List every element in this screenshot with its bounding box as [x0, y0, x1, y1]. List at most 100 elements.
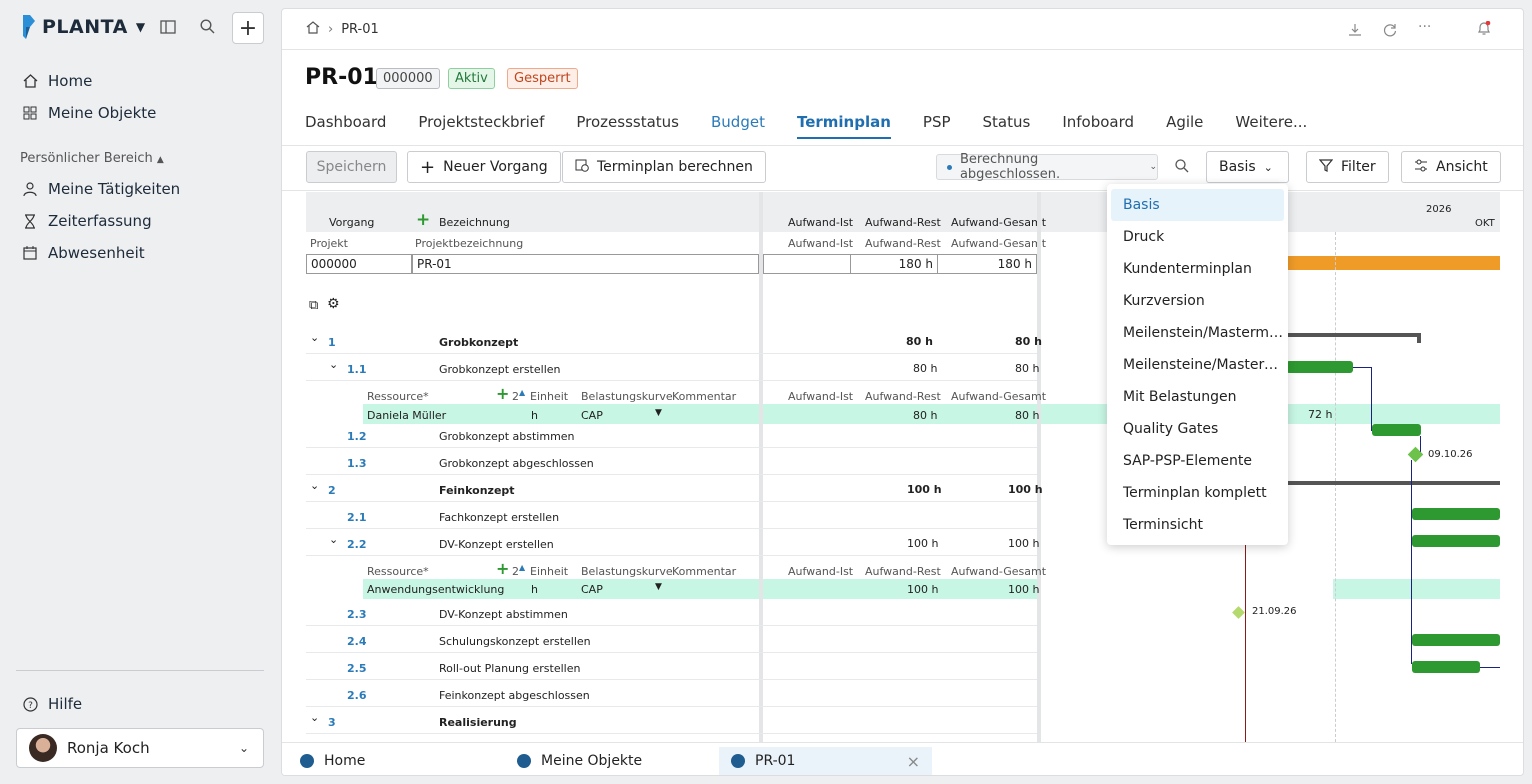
sidebar-item-meine-objekte[interactable]: Meine Objekte	[22, 104, 156, 122]
chevron-up-icon: ▲	[156, 155, 164, 165]
add-row-icon[interactable]: +	[416, 210, 430, 230]
table-row[interactable]	[306, 680, 1037, 707]
add-resource-icon[interactable]: +	[496, 384, 509, 403]
table-row[interactable]	[306, 653, 1037, 680]
project-gesamt-field[interactable]: 180 h	[937, 254, 1037, 274]
gear-icon[interactable]: ⚙	[327, 296, 340, 312]
table-row[interactable]	[306, 599, 1037, 626]
menu-item-mit-belastungen[interactable]: Mit Belastungen	[1111, 381, 1284, 413]
search-icon[interactable]	[1175, 158, 1189, 177]
new-task-button[interactable]: + Neuer Vorgang	[407, 151, 561, 183]
add-resource-icon[interactable]: +	[496, 559, 509, 578]
splitter[interactable]	[1037, 192, 1041, 752]
project-name-field[interactable]: PR-01	[412, 254, 759, 274]
table-row[interactable]	[306, 707, 1037, 734]
download-icon[interactable]	[1348, 22, 1362, 41]
col-rest: Aufwand-Rest	[865, 216, 941, 229]
tab-weitere[interactable]: Weitere...	[1235, 113, 1307, 139]
bottom-tab-pr01[interactable]: PR-01 ×	[719, 747, 932, 775]
dropdown-caret-icon[interactable]: ▼	[655, 408, 662, 418]
sidebar-item-abwesenheit[interactable]: Abwesenheit	[22, 244, 145, 262]
view-select[interactable]: Basis ⌄	[1206, 151, 1289, 183]
tab-agile[interactable]: Agile	[1166, 113, 1203, 139]
task-bar-2-4[interactable]	[1412, 634, 1500, 646]
table-row[interactable]	[306, 626, 1037, 653]
table-row[interactable]	[306, 502, 1037, 529]
task-bar-1-1[interactable]	[1286, 361, 1353, 373]
sidebar-divider	[16, 670, 264, 671]
help-link[interactable]: ? Hilfe	[22, 695, 82, 713]
task-bar-2-1[interactable]	[1412, 508, 1500, 520]
new-task-label: Neuer Vorgang	[443, 159, 548, 175]
chevron-down-icon[interactable]: ⌄	[310, 479, 319, 492]
view-button[interactable]: Ansicht	[1401, 151, 1501, 183]
menu-item-meilensteine-masterm[interactable]: Meilensteine/Masterm...	[1111, 349, 1284, 381]
save-button[interactable]: Speichern	[306, 151, 397, 183]
chevron-down-icon[interactable]: ⌄	[310, 331, 319, 344]
menu-item-terminplan-komplett[interactable]: Terminplan komplett	[1111, 477, 1284, 509]
calc-schedule-button[interactable]: Terminplan berechnen	[562, 151, 766, 183]
project-ist-field[interactable]	[763, 254, 851, 274]
sidebar-toggle-icon[interactable]	[160, 20, 176, 38]
menu-item-basis[interactable]: Basis	[1111, 189, 1284, 221]
menu-item-druck[interactable]: Druck	[1111, 221, 1284, 253]
row-name: Grobkonzept abstimmen	[439, 430, 575, 443]
chevron-down-icon[interactable]: ⌄	[329, 533, 338, 546]
bottom-tab-meine-objekte[interactable]: Meine Objekte	[505, 747, 654, 775]
table-row[interactable]	[306, 448, 1037, 475]
close-icon[interactable]: ×	[907, 752, 920, 771]
table-row[interactable]	[306, 424, 1037, 448]
refresh-icon[interactable]	[1383, 22, 1397, 41]
chevron-down-icon[interactable]: ⌄	[310, 711, 319, 724]
sidebar-item-zeiterfassung[interactable]: Zeiterfassung	[22, 212, 152, 230]
bottom-tab-label: Meine Objekte	[541, 753, 643, 769]
chevron-down-icon[interactable]: ⌄	[329, 358, 338, 371]
project-id-field[interactable]: 000000	[306, 254, 412, 274]
tab-status[interactable]: Status	[983, 113, 1031, 139]
task-bar-2-2[interactable]	[1412, 535, 1500, 547]
tab-dashboard[interactable]: Dashboard	[305, 113, 386, 139]
bottom-tab-home[interactable]: Home	[288, 747, 377, 775]
row-gesamt: 80 h	[1015, 335, 1042, 348]
user-menu[interactable]: Ronja Koch ⌄	[16, 728, 264, 768]
menu-item-meilenstein-masterme[interactable]: Meilenstein/Masterme...	[1111, 317, 1284, 349]
dependency-line	[1480, 667, 1500, 668]
home-icon[interactable]	[306, 21, 320, 38]
tab-projektsteckbrief[interactable]: Projektsteckbrief	[418, 113, 544, 139]
menu-item-kurzversion[interactable]: Kurzversion	[1111, 285, 1284, 317]
tab-terminplan[interactable]: Terminplan	[796, 113, 891, 139]
summary-bar-2[interactable]	[1286, 481, 1500, 485]
sort-icon[interactable]: ▲	[519, 563, 525, 572]
tab-infoboard[interactable]: Infoboard	[1062, 113, 1134, 139]
menu-item-sap-psp[interactable]: SAP-PSP-Elemente	[1111, 445, 1284, 477]
calculation-status[interactable]: Berechnung abgeschlossen. ⌄	[936, 152, 1158, 182]
milestone-diamond[interactable]	[1232, 606, 1245, 619]
tab-psp[interactable]: PSP	[923, 113, 951, 139]
section-title-personal[interactable]: Persönlicher Bereich ▲	[20, 151, 164, 166]
menu-item-terminsicht[interactable]: Terminsicht	[1111, 509, 1284, 541]
add-button[interactable]: +	[232, 12, 264, 44]
sidebar-item-home[interactable]: Home	[22, 72, 92, 90]
task-bar-2-5[interactable]	[1412, 661, 1480, 673]
grid-icon	[22, 106, 38, 120]
sidebar-item-taetigkeiten[interactable]: Meine Tätigkeiten	[22, 180, 180, 198]
tab-prozessstatus[interactable]: Prozessstatus	[576, 113, 679, 139]
summary-bar-1[interactable]	[1286, 333, 1421, 337]
breadcrumb-item[interactable]: PR-01	[341, 22, 379, 37]
project-rest-field[interactable]: 180 h	[850, 254, 938, 274]
bottom-tab-label: Home	[324, 753, 366, 769]
filter-button[interactable]: Filter	[1306, 151, 1389, 183]
more-icon[interactable]: ···	[1418, 19, 1431, 35]
task-bar-1-2[interactable]	[1372, 424, 1421, 436]
dropdown-caret-icon[interactable]: ▼	[655, 582, 662, 592]
planta-logo[interactable]: PLANTA ▼	[22, 14, 146, 40]
sort-icon[interactable]: ▲	[519, 388, 525, 397]
menu-item-quality-gates[interactable]: Quality Gates	[1111, 413, 1284, 445]
search-icon[interactable]	[200, 19, 215, 38]
copy-icon[interactable]: ⧉	[309, 298, 318, 313]
project-gantt-bar[interactable]	[1286, 256, 1500, 270]
tab-budget[interactable]: Budget	[711, 113, 765, 139]
menu-item-kundenterminplan[interactable]: Kundenterminplan	[1111, 253, 1284, 285]
bell-icon[interactable]	[1477, 20, 1491, 40]
row-name: Grobkonzept	[439, 336, 519, 349]
